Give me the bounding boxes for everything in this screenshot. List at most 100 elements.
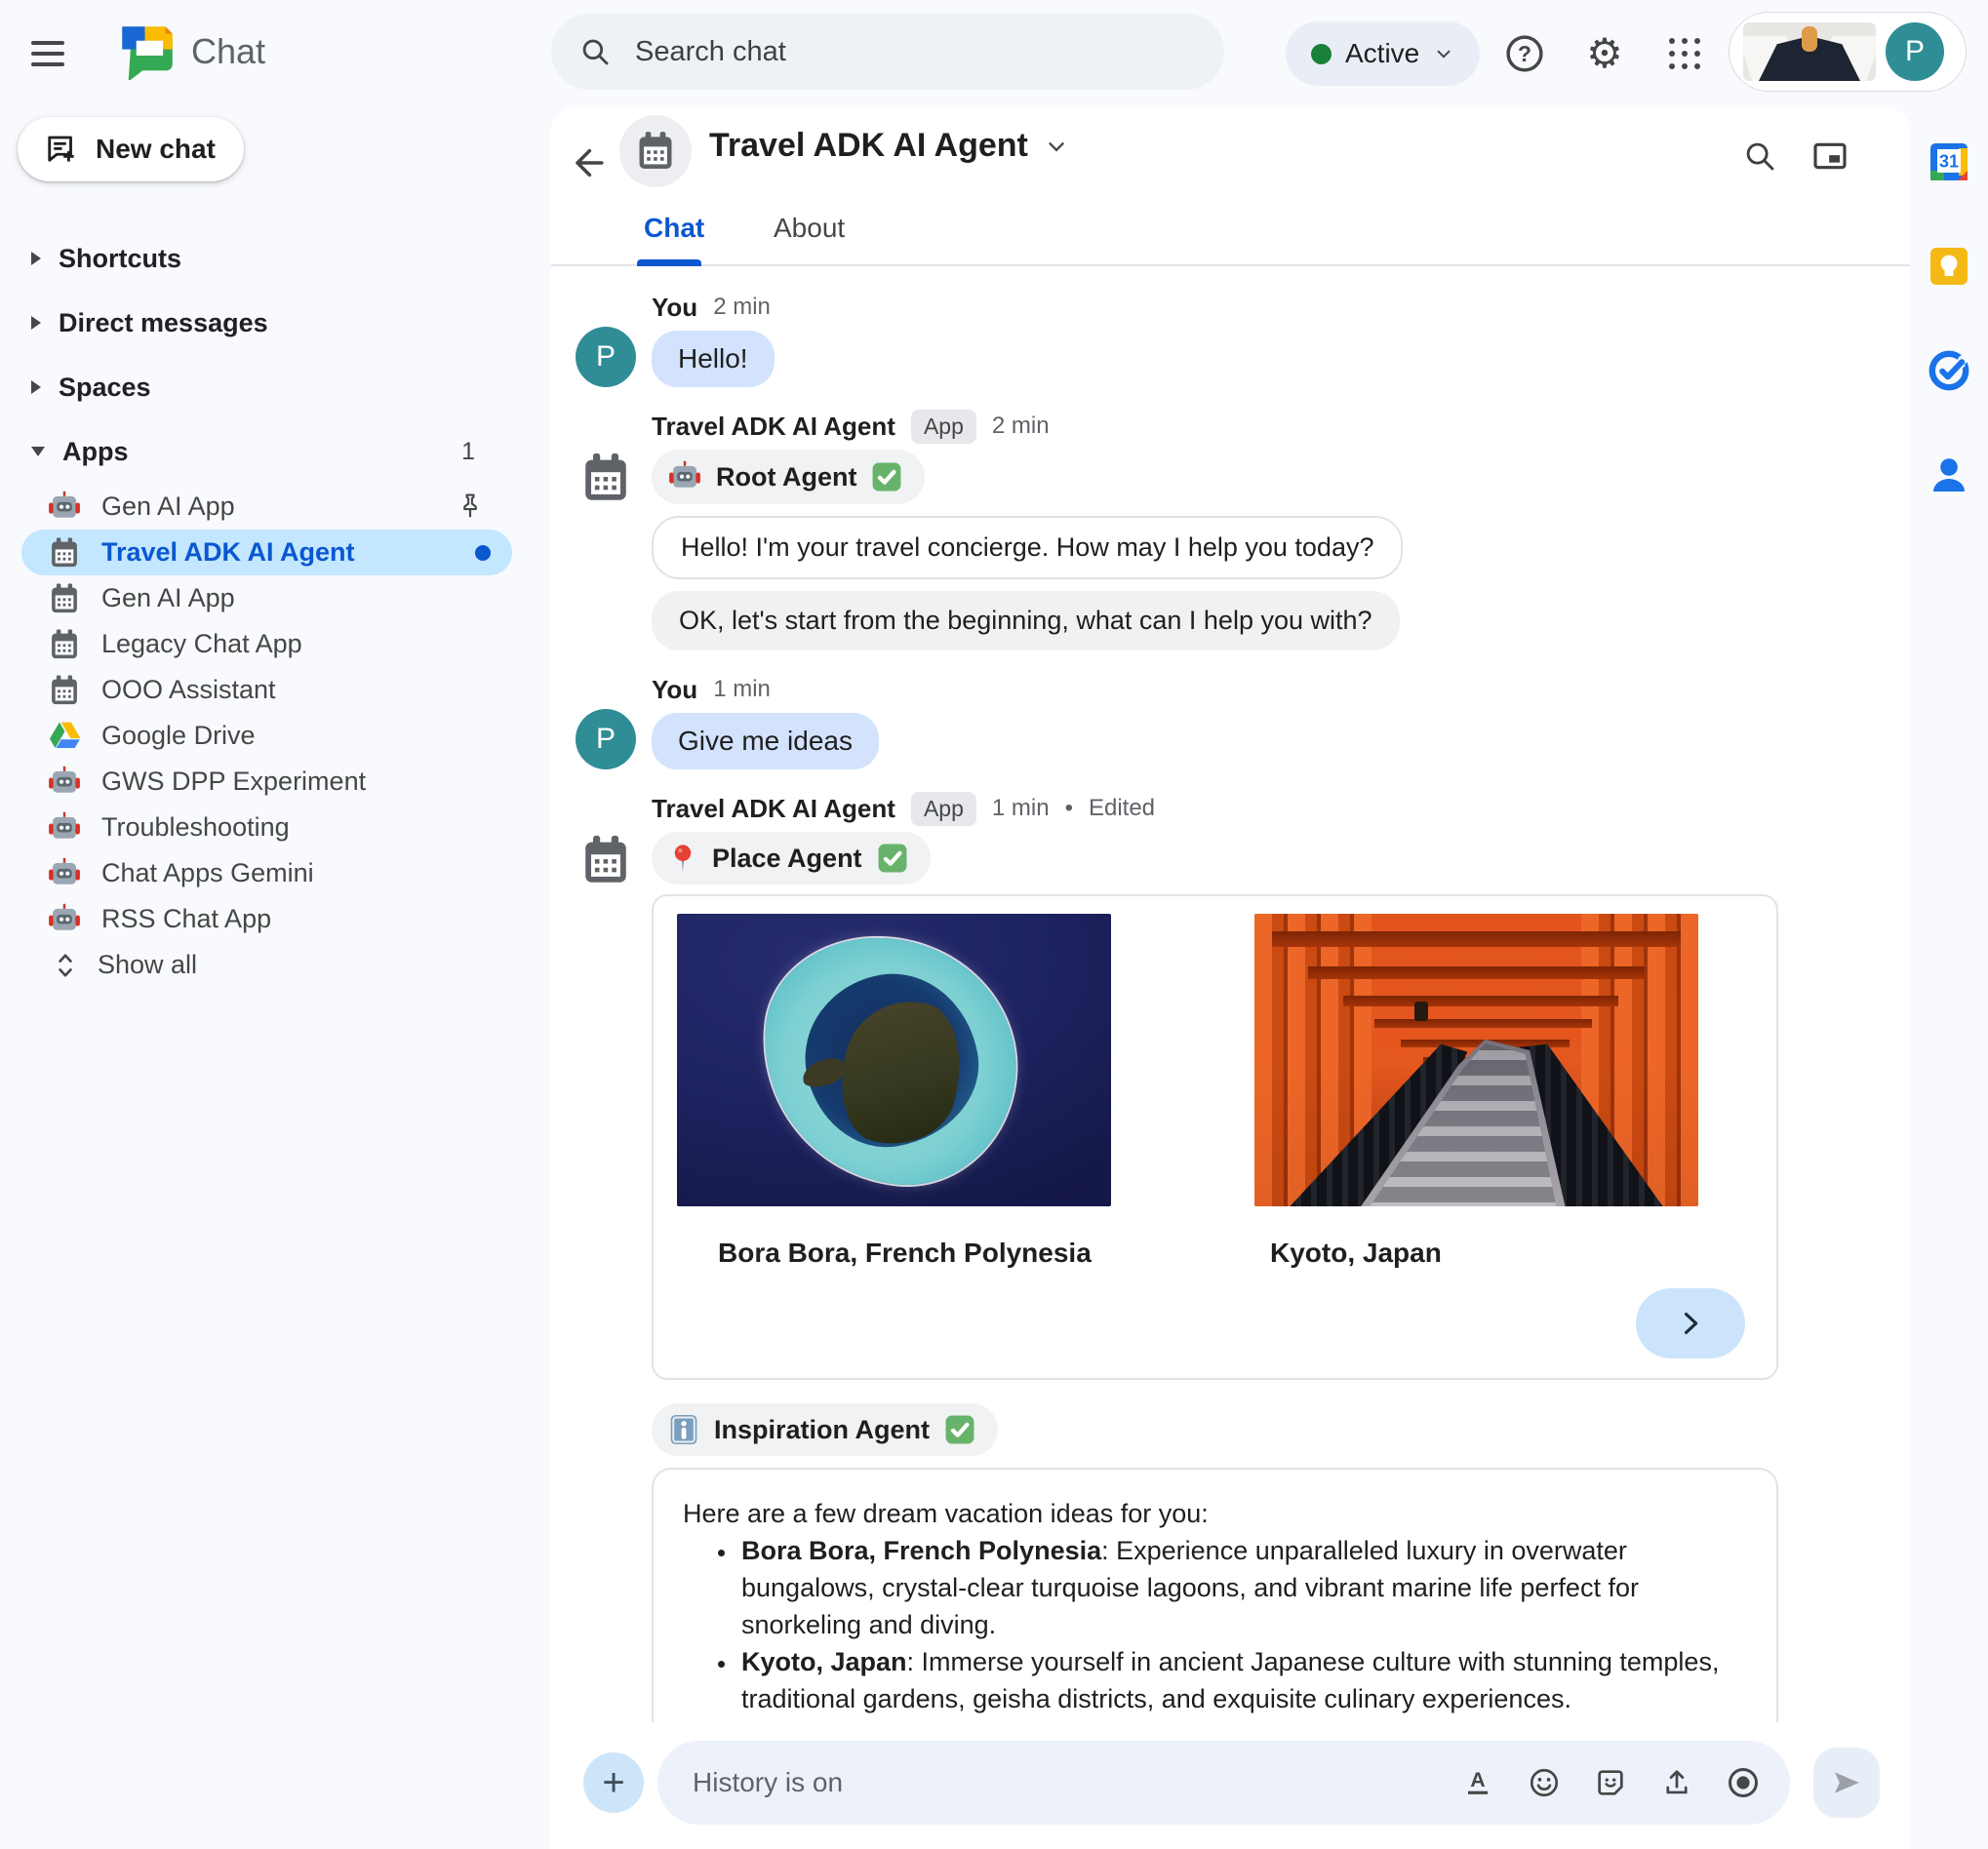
tab-about[interactable]: About [774, 213, 845, 244]
tab-chat[interactable]: Chat [644, 213, 704, 244]
message-inspiration-agent: Inspiration Agent Here are a few dream v… [576, 1403, 1910, 1722]
app-badge: App [910, 409, 976, 444]
calendar-app-button[interactable]: 31 [1926, 138, 1972, 185]
destination-caption: Kyoto, Japan [1270, 1238, 1442, 1268]
plus-icon: + [602, 1761, 625, 1804]
search-bar[interactable] [551, 14, 1224, 90]
google-contacts-icon [1933, 458, 1965, 492]
chevron-down-icon [1437, 50, 1451, 59]
side-panel-rail: 31 [1910, 107, 1988, 1849]
message-user-ideas: P You 1 min Give me ideas [576, 674, 1910, 769]
format-icon: A [1468, 1768, 1488, 1794]
help-button[interactable]: ? [1500, 29, 1549, 78]
apps-grid-icon [1669, 38, 1700, 69]
robot-icon [47, 765, 82, 800]
organization-avatar [1743, 22, 1876, 81]
google-apps-button[interactable] [1660, 29, 1709, 78]
sidebar-item-gen-ai-app-2[interactable]: Gen AI App [0, 575, 512, 621]
message-list: P You 2 min Hello! Travel ADK AI Agent A… [551, 266, 1910, 1722]
keep-app-button[interactable] [1926, 243, 1972, 290]
status-label: Active [1345, 38, 1420, 68]
record-video-button[interactable] [1726, 1765, 1761, 1800]
search-icon [582, 39, 609, 65]
google-calendar-icon: 31 [1930, 143, 1968, 180]
emoji-button[interactable] [1527, 1765, 1562, 1800]
back-button[interactable] [567, 138, 616, 187]
availability-status-button[interactable]: Active [1286, 21, 1481, 86]
check-mark-icon [870, 460, 903, 493]
sidebar-item-troubleshooting[interactable]: Troubleshooting [0, 805, 512, 850]
new-chat-button[interactable]: New chat [18, 117, 244, 181]
timestamp: 2 min [991, 413, 1050, 439]
expand-collapse-icon [59, 953, 72, 977]
page-title: Travel ADK AI Agent [709, 127, 1028, 164]
message-input[interactable] [693, 1767, 1451, 1798]
message-bubble: OK, let's start from the beginning, what… [652, 591, 1400, 650]
gif-sticker-button[interactable] [1593, 1765, 1628, 1800]
sidebar-item-travel-adk-ai-agent[interactable]: Travel ADK AI Agent [21, 530, 512, 575]
sidebar-section-apps[interactable]: Apps 1 [0, 419, 551, 484]
sidebar-item-gws-dpp-experiment[interactable]: GWS DPP Experiment [0, 759, 512, 805]
separator-dot: • [1064, 795, 1073, 821]
picture-in-picture-icon [1813, 142, 1847, 170]
main-menu-icon[interactable] [31, 33, 76, 74]
settings-button[interactable]: ⚙ [1580, 29, 1629, 78]
message-place-agent: Travel ADK AI Agent App 1 min • Edited P… [576, 791, 1910, 1380]
info-icon [667, 1413, 700, 1446]
message-bubble: Hello! [652, 331, 775, 387]
calendar-icon [47, 581, 82, 616]
message-input-container[interactable]: A [657, 1741, 1790, 1825]
add-content-button[interactable]: + [583, 1752, 644, 1813]
conversation-title-menu[interactable]: Travel ADK AI Agent [709, 127, 1069, 165]
chat-panel: Travel ADK AI Agent Chat About P You 2 m… [551, 107, 1910, 1849]
sidebar-item-chat-apps-gemini[interactable]: Chat Apps Gemini [0, 850, 512, 896]
google-tasks-icon [1928, 350, 1969, 391]
sidebar-item-ooo-assistant[interactable]: OOO Assistant [0, 667, 512, 713]
svg-text:?: ? [1518, 41, 1531, 66]
sidebar-section-shortcuts[interactable]: Shortcuts [0, 226, 551, 291]
sidebar-section-direct-messages[interactable]: Direct messages [0, 291, 551, 355]
sidebar-item-rss-chat-app[interactable]: RSS Chat App [0, 896, 512, 942]
gear-icon: ⚙ [1586, 30, 1623, 76]
emoji-icon [1530, 1768, 1559, 1797]
svg-text:31: 31 [1939, 152, 1959, 172]
search-input[interactable] [635, 35, 1197, 68]
agent-avatar-calendar-icon [577, 832, 634, 888]
top-app-bar: Chat Active ? ⚙ P [0, 0, 1988, 107]
search-icon [1746, 142, 1774, 171]
sidebar-item-legacy-chat-app[interactable]: Legacy Chat App [0, 621, 512, 667]
list-item: Bora Bora, French Polynesia: Experience … [737, 1532, 1747, 1643]
send-button[interactable] [1813, 1748, 1880, 1818]
agent-chip-place: Place Agent [652, 832, 931, 885]
section-label: Spaces [59, 372, 151, 402]
robot-icon [47, 902, 82, 937]
sidebar-item-gen-ai-app[interactable]: Gen AI App [0, 484, 512, 530]
sidebar-section-spaces[interactable]: Spaces [0, 355, 551, 419]
message-root-agent: Travel ADK AI Agent App 2 min Root Agent… [576, 409, 1910, 650]
tasks-app-button[interactable] [1926, 347, 1972, 394]
account-switcher[interactable]: P [1729, 12, 1967, 92]
upload-icon [1666, 1770, 1688, 1794]
open-in-window-button[interactable] [1805, 131, 1855, 181]
new-chat-label: New chat [96, 134, 216, 164]
agent-avatar [619, 115, 692, 187]
kyoto-image[interactable] [1254, 914, 1698, 1206]
active-status-dot-icon [1311, 43, 1332, 64]
sender-name: You [652, 674, 698, 704]
sidebar-show-all[interactable]: Show all [0, 942, 512, 988]
carousel-next-button[interactable] [1636, 1288, 1745, 1358]
bora-bora-image[interactable] [677, 914, 1111, 1206]
search-in-chat-button[interactable] [1734, 131, 1785, 181]
svg-text:A: A [1470, 1768, 1485, 1791]
check-mark-icon [943, 1413, 976, 1446]
app-badge: App [910, 791, 976, 826]
destination-caption: Bora Bora, French Polynesia [718, 1238, 1092, 1268]
upload-file-button[interactable] [1659, 1765, 1694, 1800]
format-text-button[interactable]: A [1460, 1765, 1495, 1800]
sticker-icon [1598, 1770, 1623, 1795]
sidebar-item-google-drive[interactable]: Google Drive [0, 713, 512, 759]
google-keep-icon [1930, 248, 1968, 285]
apps-unread-count: 1 [461, 437, 475, 465]
contacts-app-button[interactable] [1926, 452, 1972, 498]
profile-avatar[interactable]: P [1886, 22, 1944, 81]
